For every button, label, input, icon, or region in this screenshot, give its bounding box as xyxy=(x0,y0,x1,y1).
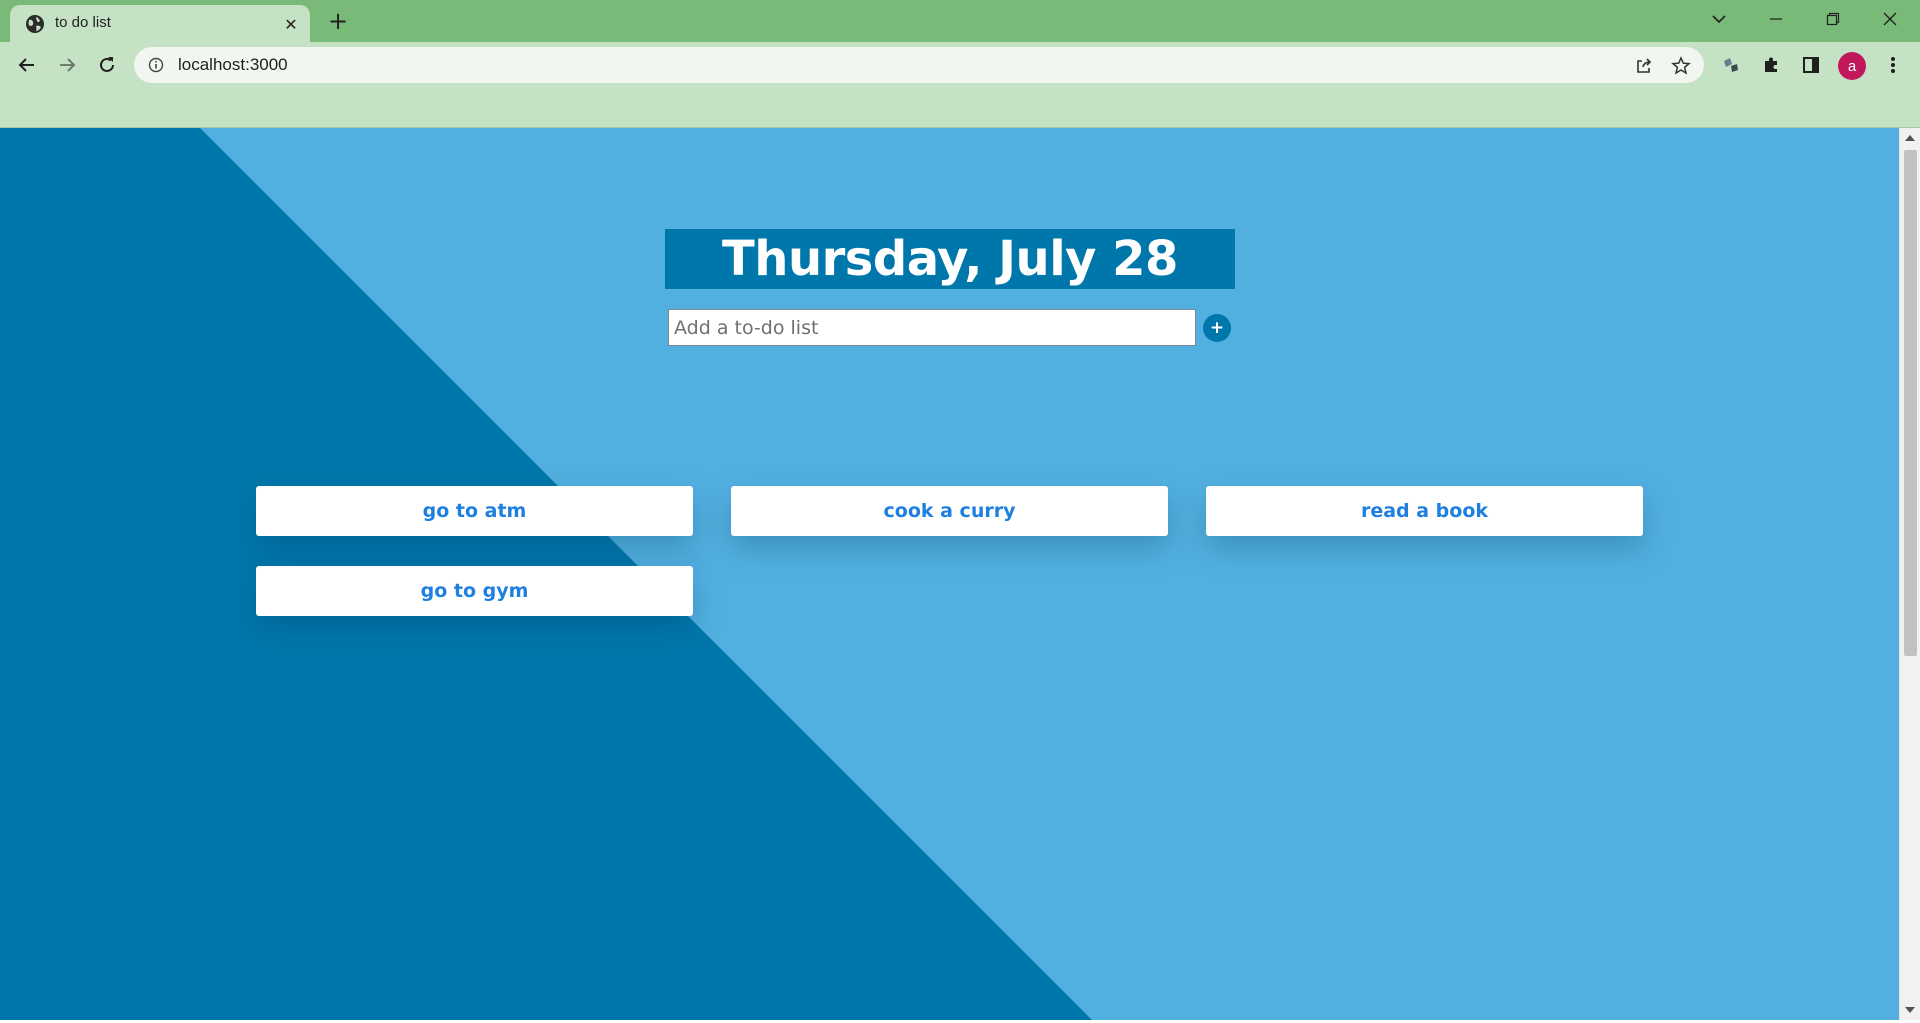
scrollbar-thumb[interactable] xyxy=(1904,150,1917,656)
info-icon[interactable] xyxy=(148,57,164,73)
todo-item[interactable]: go to gym xyxy=(256,566,693,616)
bookmark-star-icon[interactable] xyxy=(1670,55,1692,77)
page-viewport: Thursday, July 28 + go to atm cook a cur… xyxy=(0,128,1899,1020)
plus-icon[interactable]: + xyxy=(325,7,351,35)
restore-icon[interactable] xyxy=(1813,4,1853,34)
extension-icon[interactable] xyxy=(1714,48,1748,82)
share-icon[interactable] xyxy=(1633,55,1655,77)
tab-search-icon[interactable] xyxy=(1699,4,1739,34)
globe-icon xyxy=(25,14,45,34)
todo-item[interactable]: read a book xyxy=(1206,486,1643,536)
vertical-scrollbar[interactable] xyxy=(1899,128,1920,1020)
window-close-icon[interactable] xyxy=(1870,4,1910,34)
bookmark-bar xyxy=(0,88,1920,128)
tab-strip: to do list ✕ + xyxy=(0,0,1920,42)
forward-arrow-icon[interactable] xyxy=(50,48,84,82)
todo-input[interactable] xyxy=(668,309,1196,346)
todo-item[interactable]: go to atm xyxy=(256,486,693,536)
side-panel-icon[interactable] xyxy=(1794,48,1828,82)
date-header: Thursday, July 28 xyxy=(665,229,1235,289)
address-bar[interactable]: localhost:3000 xyxy=(134,47,1704,83)
scroll-up-arrow-icon[interactable] xyxy=(1905,135,1915,141)
browser-toolbar: localhost:3000 a xyxy=(0,42,1920,88)
browser-tab[interactable]: to do list ✕ xyxy=(10,5,310,42)
reload-icon[interactable] xyxy=(90,48,124,82)
avatar[interactable]: a xyxy=(1838,52,1866,80)
url-text: localhost:3000 xyxy=(178,55,288,74)
kebab-menu-icon[interactable] xyxy=(1876,48,1910,82)
add-todo-button[interactable]: + xyxy=(1203,314,1231,342)
minimize-icon[interactable] xyxy=(1756,4,1796,34)
page-title: Thursday, July 28 xyxy=(722,231,1178,287)
tab-title: to do list xyxy=(55,14,111,31)
back-arrow-icon[interactable] xyxy=(10,48,44,82)
puzzle-icon[interactable] xyxy=(1754,48,1788,82)
todo-item[interactable]: cook a curry xyxy=(731,486,1168,536)
close-icon[interactable]: ✕ xyxy=(280,13,302,35)
scroll-down-arrow-icon[interactable] xyxy=(1905,1007,1915,1013)
